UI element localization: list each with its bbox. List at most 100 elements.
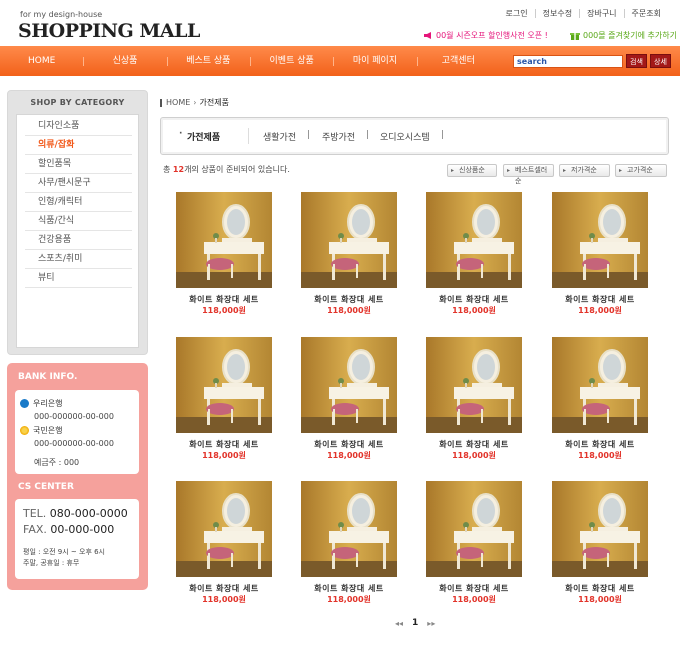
breadcrumb-bar	[160, 98, 162, 107]
product-name[interactable]: 화이트 화장대 세트	[166, 583, 282, 594]
season-off-promo-link[interactable]: 00월 시즌오프 할인행사전 오픈 !	[423, 30, 548, 41]
product-price: 118,000원	[578, 306, 622, 315]
product-image[interactable]	[176, 481, 272, 577]
pager-prev-icon[interactable]: ◂◂	[395, 619, 403, 628]
product-name[interactable]: 화이트 화장대 세트	[416, 583, 532, 594]
product-image[interactable]	[552, 337, 648, 433]
subcategory-living[interactable]: 생활가전	[263, 130, 296, 143]
woori-bank-icon	[20, 399, 29, 408]
season-off-promo-text: 00월 시즌오프 할인행사전 오픈 !	[436, 31, 548, 40]
tel-label: TEL.	[23, 507, 47, 520]
top-links: 로그인 정보수정 장바구니 주문조회	[499, 9, 668, 18]
product-price: 118,000원	[327, 595, 371, 604]
subcategory-active[interactable]: 가전제품	[179, 129, 220, 143]
category-item-food[interactable]: 식품/간식	[25, 212, 132, 231]
category-list: 디자인소품 의류/잡화 할인품목 사무/팬시문구 인형/캐릭터 식품/간식 건강…	[16, 114, 139, 348]
category-item-clothing[interactable]: 의류/잡화	[25, 136, 132, 155]
subcategory-pipe: |	[441, 130, 445, 140]
product-name[interactable]: 화이트 화장대 세트	[291, 583, 407, 594]
megaphone-icon	[424, 32, 431, 39]
nav-event-products[interactable]: 이벤트 상품	[249, 46, 333, 76]
bank-info-title: BANK INFO.	[18, 372, 78, 382]
product-image[interactable]	[426, 337, 522, 433]
product-name[interactable]: 화이트 화장대 세트	[416, 294, 532, 305]
breadcrumb: HOME › 가전제품	[160, 97, 229, 108]
category-panel: SHOP BY CATEGORY 디자인소품 의류/잡화 할인품목 사무/팬시문…	[7, 90, 148, 355]
category-item-discount[interactable]: 할인품목	[25, 155, 132, 174]
info-panel: BANK INFO. 우리은행 000-000000-00-000 국민은행 0…	[7, 363, 148, 590]
subcategory-pipe: |	[307, 130, 311, 140]
product-price: 118,000원	[452, 451, 496, 460]
product-image[interactable]	[176, 192, 272, 288]
category-item-beauty[interactable]: 뷰티	[25, 269, 132, 288]
product-image[interactable]	[301, 481, 397, 577]
product-name[interactable]: 화이트 화장대 세트	[291, 294, 407, 305]
product-price: 118,000원	[202, 451, 246, 460]
product-price: 118,000원	[202, 306, 246, 315]
nav-home[interactable]: HOME	[0, 46, 83, 76]
cs-tel: TEL. 080-000-0000	[23, 507, 128, 520]
bank-row-kb: 국민은행	[20, 425, 62, 436]
pager-page[interactable]: 1	[412, 618, 418, 628]
order-lookup-link[interactable]: 주문조회	[623, 9, 668, 18]
product-image[interactable]	[426, 192, 522, 288]
sort-low-price-button[interactable]: 저가격순	[559, 164, 610, 177]
breadcrumb-home[interactable]: HOME	[166, 98, 190, 107]
nav-menu: HOME 신상품 베스트 상품 이벤트 상품 마이 페이지 고객센터	[0, 46, 500, 76]
product-name[interactable]: 화이트 화장대 세트	[542, 439, 658, 450]
search-button[interactable]: 검색	[626, 54, 647, 68]
product-price: 118,000원	[202, 595, 246, 604]
sort-bestseller-button[interactable]: 베스트셀러순	[503, 164, 554, 185]
bank-row-woori: 우리은행	[20, 398, 62, 409]
gift-icon	[570, 33, 580, 40]
product-name[interactable]: 화이트 화장대 세트	[166, 294, 282, 305]
cart-link[interactable]: 장바구니	[579, 9, 623, 18]
product-name[interactable]: 화이트 화장대 세트	[542, 294, 658, 305]
product-name[interactable]: 화이트 화장대 세트	[291, 439, 407, 450]
cs-weekday-hours: 평일 : 오전 9시 ~ 오후 6시	[23, 548, 106, 556]
search-input[interactable]: search	[513, 55, 623, 68]
bank-account: 000-000000-00-000	[34, 412, 114, 421]
count-prefix: 총	[163, 165, 171, 174]
pager-next-icon[interactable]: ▸▸	[427, 619, 435, 628]
nav-my-page[interactable]: 마이 페이지	[333, 46, 416, 76]
category-item-stationery[interactable]: 사무/팬시문구	[25, 174, 132, 193]
nav-customer-center[interactable]: 고객센터	[416, 46, 500, 76]
subcategory-bar: 가전제품 생활가전 | 주방가전 | 오디오시스템 |	[160, 117, 669, 155]
tel-number: 080-000-0000	[49, 507, 128, 520]
category-item-design[interactable]: 디자인소품	[25, 117, 132, 136]
sort-high-price-button[interactable]: 고가격순	[615, 164, 667, 177]
subcategory-kitchen[interactable]: 주방가전	[322, 130, 355, 143]
nav-best-products[interactable]: 베스트 상품	[166, 46, 250, 76]
product-image[interactable]	[176, 337, 272, 433]
login-link[interactable]: 로그인	[499, 9, 535, 18]
product-image[interactable]	[552, 481, 648, 577]
edit-info-link[interactable]: 정보수정	[534, 9, 579, 18]
subcategory-audio[interactable]: 오디오시스템	[380, 130, 430, 143]
category-item-dolls[interactable]: 인형/캐릭터	[25, 193, 132, 212]
product-name[interactable]: 화이트 화장대 세트	[416, 439, 532, 450]
bank-account: 000-000000-00-000	[34, 439, 114, 448]
product-image[interactable]	[552, 192, 648, 288]
bank-name: 우리은행	[33, 399, 63, 408]
logo[interactable]: SHOPPING MALL	[18, 20, 200, 42]
product-image[interactable]	[301, 192, 397, 288]
breadcrumb-current: 가전제품	[199, 98, 229, 107]
cs-center-title: CS CENTER	[18, 482, 74, 492]
product-image[interactable]	[426, 481, 522, 577]
nav-new-products[interactable]: 신상품	[83, 46, 166, 76]
cs-center-box: TEL. 080-000-0000 FAX. 00-000-000 평일 : 오…	[15, 499, 139, 579]
header: for my design-house SHOPPING MALL 로그인 정보…	[0, 0, 680, 46]
category-item-health[interactable]: 건강용품	[25, 231, 132, 250]
bookmark-promo-link[interactable]: 000몰 즐겨찾기에 추가하기	[570, 30, 677, 41]
product-name[interactable]: 화이트 화장대 세트	[542, 583, 658, 594]
detail-search-button[interactable]: 상세	[650, 54, 671, 68]
fax-number: 00-000-000	[50, 523, 115, 536]
sort-newest-button[interactable]: 신상품순	[447, 164, 497, 177]
category-item-sports[interactable]: 스포츠/취미	[25, 250, 132, 269]
product-price: 118,000원	[327, 451, 371, 460]
bank-name: 국민은행	[33, 426, 63, 435]
product-name[interactable]: 화이트 화장대 세트	[166, 439, 282, 450]
cs-weekend-hours: 주말, 공휴일 : 휴무	[23, 559, 80, 567]
product-image[interactable]	[301, 337, 397, 433]
